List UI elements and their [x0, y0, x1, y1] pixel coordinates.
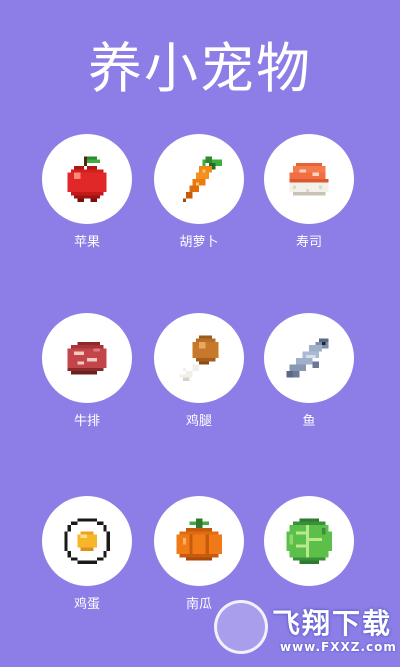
pumpkin-icon [176, 518, 222, 561]
sushi-icon [289, 162, 329, 196]
food-label: 鸡腿 [185, 414, 212, 429]
food-circle[interactable] [42, 496, 132, 586]
food-label: 牛排 [73, 414, 100, 429]
food-circle[interactable] [264, 313, 354, 403]
food-item-pumpkin[interactable]: 南瓜 [144, 496, 254, 614]
food-item-steak[interactable]: 牛排 [32, 313, 142, 431]
apple-icon [67, 156, 107, 202]
food-label: 苹果 [73, 235, 100, 250]
food-circle[interactable] [154, 134, 244, 224]
food-circle[interactable] [42, 134, 132, 224]
fried-egg-icon [64, 518, 110, 564]
food-circle[interactable] [154, 496, 244, 586]
cabbage-icon [286, 518, 332, 564]
food-item-fish[interactable]: 鱼 [254, 313, 364, 431]
food-item-cabbage[interactable] [254, 496, 364, 596]
food-label: 鱼 [302, 414, 316, 429]
game-screen: 养小宠物 苹果 胡萝卜 寿司 牛排 鸡腿 鱼 鸡蛋 南瓜 飞翔下载 www.FX… [0, 0, 400, 667]
food-label: 南瓜 [185, 597, 212, 612]
fish-icon [286, 338, 329, 378]
food-item-apple[interactable]: 苹果 [32, 134, 142, 252]
food-circle[interactable] [154, 313, 244, 403]
food-label: 鸡蛋 [73, 597, 100, 612]
steak-icon [67, 341, 107, 375]
food-item-chicken-leg[interactable]: 鸡腿 [144, 313, 254, 431]
food-item-carrot[interactable]: 胡萝卜 [144, 134, 254, 252]
food-circle[interactable] [264, 134, 354, 224]
chicken-leg-icon [179, 335, 219, 381]
food-label: 寿司 [295, 235, 322, 250]
carrot-icon [182, 156, 222, 202]
food-circle[interactable] [42, 313, 132, 403]
food-grid: 苹果 胡萝卜 寿司 牛排 鸡腿 鱼 鸡蛋 南瓜 [0, 0, 400, 667]
food-item-fried-egg[interactable]: 鸡蛋 [32, 496, 142, 614]
food-circle[interactable] [264, 496, 354, 586]
food-item-sushi[interactable]: 寿司 [254, 134, 364, 252]
food-label: 胡萝卜 [179, 235, 219, 250]
